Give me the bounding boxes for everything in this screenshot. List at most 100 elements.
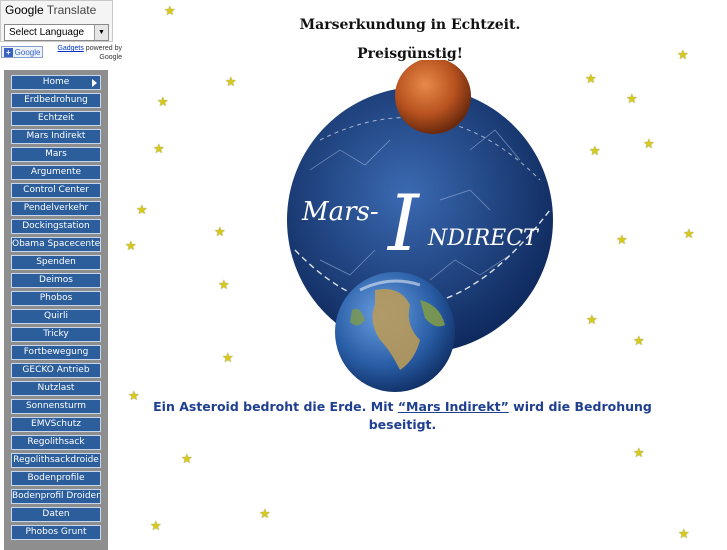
google-brand: Google — [5, 3, 44, 17]
sidebar-item-obama-spacecenter[interactable]: Obama Spacecenter — [11, 237, 101, 252]
sidebar-item-label: Mars — [45, 149, 67, 159]
google-translate-widget: Google Translate Select Language ▼ — [0, 0, 113, 42]
powered-by-label: powered by — [85, 45, 122, 52]
caption-text-3: beseitigt. — [368, 417, 437, 432]
add-to-google-button[interactable]: + Google — [1, 46, 43, 58]
sidebar-item-label: Spenden — [36, 257, 76, 267]
sidebar-item-label: Fortbewegung — [23, 347, 89, 357]
sidebar-item-label: Mars Indirekt — [26, 131, 86, 141]
language-select[interactable]: Select Language ▼ — [4, 24, 109, 41]
sidebar-item-label: Daten — [42, 509, 70, 519]
sidebar-item-dockingstation[interactable]: Dockingstation — [11, 219, 101, 234]
gadgets-powered-by: Gadgets powered by Google — [52, 44, 122, 62]
sidebar-item-daten[interactable]: Daten — [11, 507, 101, 522]
sidebar-item-quirli[interactable]: Quirli — [11, 309, 101, 324]
star-icon: ★ — [153, 142, 165, 157]
sidebar-item-label: Regolithsackdroide — [13, 455, 99, 465]
language-select-label: Select Language — [9, 27, 85, 38]
sidebar-item-deimos[interactable]: Deimos — [11, 273, 101, 288]
sidebar-item-home[interactable]: Home — [11, 75, 101, 90]
sidebar-item-echtzeit[interactable]: Echtzeit — [11, 111, 101, 126]
mars-planet — [395, 60, 471, 134]
chevron-down-icon[interactable]: ▼ — [94, 25, 108, 40]
sidebar-item-label: Bodenprofile — [27, 473, 85, 483]
sidebar-item-label: Pendelverkehr — [23, 203, 89, 213]
sidebar-item-label: Dockingstation — [22, 221, 90, 231]
star-icon: ★ — [225, 75, 237, 90]
sidebar-item-label: Obama Spacecenter — [12, 239, 101, 249]
star-icon: ★ — [633, 334, 645, 349]
sidebar-item-emvschutz[interactable]: EMVSchutz — [11, 417, 101, 432]
svg-text:NDIRECT: NDIRECT — [427, 226, 540, 251]
sidebar-item-label: Home — [42, 77, 70, 87]
svg-text:Mars-: Mars- — [301, 197, 379, 227]
sidebar-item-mars-indirekt[interactable]: Mars Indirekt — [11, 129, 101, 144]
sidebar-item-control-center[interactable]: Control Center — [11, 183, 101, 198]
plus-icon: + — [4, 48, 13, 57]
page-title: Marserkundung in Echtzeit. — [299, 17, 521, 33]
star-icon: ★ — [136, 203, 148, 218]
sidebar-item-erdbedrohung[interactable]: Erdbedrohung — [11, 93, 101, 108]
sidebar-item-label: EMVSchutz — [31, 419, 81, 429]
sidebar-item-mars[interactable]: Mars — [11, 147, 101, 162]
star-icon: ★ — [616, 233, 628, 248]
sidebar-item-regolithsack[interactable]: Regolithsack — [11, 435, 101, 450]
sidebar-item-sonnensturm[interactable]: Sonnensturm — [11, 399, 101, 414]
star-icon: ★ — [626, 92, 638, 107]
sidebar-item-label: Regolithsack — [27, 437, 85, 447]
sidebar-item-label: Echtzeit — [37, 113, 75, 123]
star-icon: ★ — [164, 4, 176, 19]
sidebar-item-tricky[interactable]: Tricky — [11, 327, 101, 342]
sidebar-item-bodenprofile[interactable]: Bodenprofile — [11, 471, 101, 486]
star-icon: ★ — [643, 137, 655, 152]
sidebar-item-label: Tricky — [43, 329, 69, 339]
sidebar-item-regolithsackdroide[interactable]: Regolithsackdroide — [11, 453, 101, 468]
caption-text-2: wird die Bedrohung — [508, 399, 652, 414]
star-icon: ★ — [125, 239, 137, 254]
google-translate-logo: Google Translate — [5, 3, 96, 17]
star-icon: ★ — [157, 95, 169, 110]
sidebar-nav: Home Erdbedrohung Echtzeit Mars Indirekt Mar… — [4, 70, 108, 550]
star-icon: ★ — [585, 72, 597, 87]
sidebar-item-bodenprofil-droiden[interactable]: Bodenprofil Droiden — [11, 489, 101, 504]
star-icon: ★ — [214, 225, 226, 240]
sidebar-item-phobos[interactable]: Phobos — [11, 291, 101, 306]
sidebar-item-argumente[interactable]: Argumente — [11, 165, 101, 180]
sidebar-item-spenden[interactable]: Spenden — [11, 255, 101, 270]
sidebar-item-fortbewegung[interactable]: Fortbewegung — [11, 345, 101, 360]
intro-caption: Ein Asteroid bedroht die Erde. Mit “Mars… — [150, 398, 655, 434]
sidebar-item-label: Nutzlast — [37, 383, 75, 393]
sidebar-item-label: Erdbedrohung — [24, 95, 88, 105]
gadgets-link[interactable]: Gadgets — [57, 45, 83, 52]
sidebar-item-label: Argumente — [30, 167, 82, 177]
star-icon: ★ — [218, 278, 230, 293]
earth-planet — [335, 272, 455, 392]
mars-indirect-logo: Mars- I NDIRECT — [287, 60, 553, 392]
star-icon: ★ — [222, 351, 234, 366]
sidebar-item-label: GECKO Antrieb — [22, 365, 90, 375]
mars-indirekt-link[interactable]: “Mars Indirekt” — [398, 399, 509, 414]
star-icon: ★ — [259, 507, 271, 522]
gadget-row: + Google Gadgets powered by Google — [0, 44, 125, 64]
sidebar-item-label: Bodenprofil Droiden — [12, 491, 101, 501]
star-icon: ★ — [128, 389, 140, 404]
sidebar-item-gecko-antrieb[interactable]: GECKO Antrieb — [11, 363, 101, 378]
caption-text-1: Ein Asteroid bedroht die Erde. Mit — [153, 399, 398, 414]
sidebar-item-label: Control Center — [23, 185, 89, 195]
powered-by-brand: Google — [99, 54, 122, 61]
sidebar-item-label: Sonnensturm — [25, 401, 87, 411]
star-icon: ★ — [678, 527, 690, 542]
sidebar-item-phobos-grunt[interactable]: Phobos Grunt — [11, 525, 101, 540]
add-to-google-label: Google — [14, 48, 41, 57]
star-icon: ★ — [589, 144, 601, 159]
sidebar-item-pendelverkehr[interactable]: Pendelverkehr — [11, 201, 101, 216]
star-icon: ★ — [633, 446, 645, 461]
sidebar-item-label: Deimos — [39, 275, 73, 285]
sidebar-item-nutzlast[interactable]: Nutzlast — [11, 381, 101, 396]
chevron-right-icon — [92, 79, 97, 87]
star-icon: ★ — [181, 452, 193, 467]
sidebar-item-label: Phobos Grunt — [25, 527, 87, 537]
sidebar-item-label: Phobos — [39, 293, 73, 303]
svg-text:I: I — [386, 179, 421, 269]
star-icon: ★ — [150, 519, 162, 534]
